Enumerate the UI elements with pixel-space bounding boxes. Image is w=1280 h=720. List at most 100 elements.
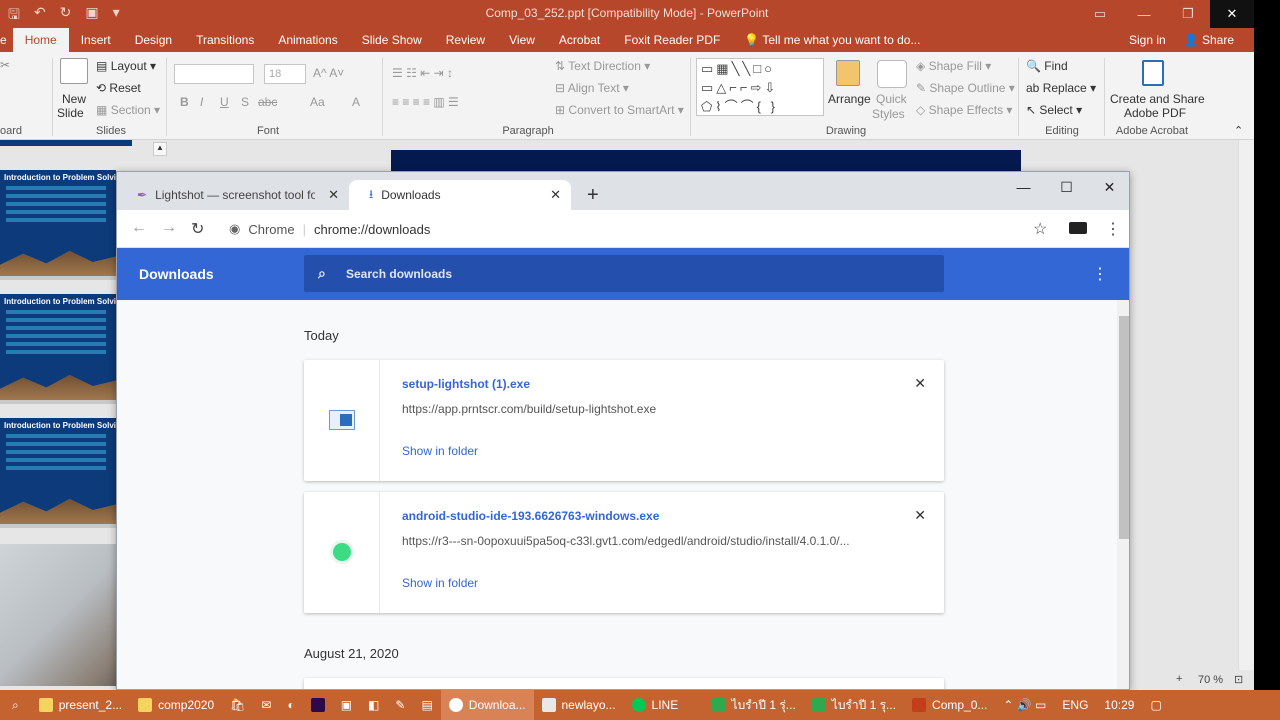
maximize-button[interactable]: ☐ bbox=[1045, 172, 1088, 202]
quick-styles-label-1[interactable]: Quick bbox=[876, 92, 907, 106]
tab-downloads[interactable]: ⭳ Downloads ✕ bbox=[349, 180, 571, 210]
pencil-taskbar-icon[interactable]: ✎ bbox=[387, 690, 413, 720]
maximize-button[interactable]: ❐ bbox=[1166, 0, 1210, 28]
quick-styles-icon[interactable] bbox=[877, 60, 907, 88]
arrange-icon[interactable] bbox=[836, 60, 860, 86]
shadow-icon[interactable]: S bbox=[241, 95, 249, 109]
download-file-name[interactable]: android-studio-ide-193.6626763-windows.e… bbox=[402, 509, 659, 523]
show-in-folder-link[interactable]: Show in folder bbox=[402, 576, 478, 590]
bullets-icon[interactable]: ☰ ☷ ⇤ ⇥ ↕ bbox=[392, 66, 453, 80]
sign-in-link[interactable]: Sign in bbox=[1129, 33, 1166, 47]
files-taskbar-icon[interactable]: ▤ bbox=[413, 690, 440, 720]
taskbar-item[interactable]: LINE bbox=[624, 690, 704, 720]
minimize-button[interactable]: — bbox=[1002, 172, 1045, 202]
find-button[interactable]: 🔍 Find bbox=[1026, 59, 1068, 73]
bookmark-star-icon[interactable]: ☆ bbox=[1033, 219, 1047, 239]
reload-icon[interactable]: ↻ bbox=[191, 219, 204, 239]
reset-button[interactable]: ⟲ Reset bbox=[96, 81, 141, 95]
slide-thumbnail[interactable]: Introduction to Problem Solvi bbox=[0, 418, 116, 528]
vertical-scrollbar[interactable] bbox=[1238, 140, 1254, 670]
chrome-menu-icon[interactable]: ⋮ bbox=[1105, 219, 1121, 239]
slide-thumbnail-partial[interactable] bbox=[0, 140, 132, 146]
taskbar-item[interactable]: comp2020 bbox=[130, 690, 222, 720]
show-in-folder-link[interactable]: Show in folder bbox=[402, 444, 478, 458]
quick-styles-label-2[interactable]: Styles bbox=[872, 107, 905, 121]
new-slide-label-2[interactable]: Slide bbox=[57, 106, 84, 120]
arrange-label[interactable]: Arrange bbox=[828, 92, 871, 106]
tab-home[interactable]: Home bbox=[12, 28, 69, 52]
remove-item-icon[interactable]: ✕ bbox=[914, 375, 926, 392]
scrollbar-thumb[interactable] bbox=[1119, 316, 1129, 539]
scroll-up-icon[interactable]: ▲ bbox=[153, 142, 167, 156]
tab-view[interactable]: View bbox=[497, 28, 547, 52]
store-taskbar-icon[interactable]: 🛍 bbox=[222, 690, 253, 720]
shape-effects-button[interactable]: ◇ Shape Effects ▾ bbox=[916, 103, 1012, 117]
italic-icon[interactable]: I bbox=[200, 95, 203, 109]
camera-taskbar-icon[interactable]: ▣ bbox=[333, 690, 360, 720]
clock[interactable]: 10:29 bbox=[1096, 690, 1142, 720]
font-size-input[interactable]: 18 bbox=[264, 64, 306, 84]
shape-outline-button[interactable]: ✎ Shape Outline ▾ bbox=[916, 81, 1015, 95]
tab-slide-show[interactable]: Slide Show bbox=[350, 28, 434, 52]
tab-lightshot[interactable]: ✒ Lightshot — screenshot tool for M ✕ bbox=[117, 180, 349, 210]
new-slide-label-1[interactable]: New bbox=[62, 92, 86, 106]
slide-thumbnail[interactable]: Introduction to Problem Solvi bbox=[0, 294, 116, 404]
text-direction-button[interactable]: ⇅ Text Direction ▾ bbox=[555, 59, 650, 73]
align-icons[interactable]: ≡ ≡ ≡ ≡ ▥ ☰ bbox=[392, 95, 459, 109]
tab-design[interactable]: Design bbox=[123, 28, 184, 52]
replace-button[interactable]: ab Replace ▾ bbox=[1026, 81, 1096, 95]
select-button[interactable]: ↖ Select ▾ bbox=[1026, 103, 1082, 117]
strikethrough-icon[interactable]: abc bbox=[258, 95, 277, 109]
downloads-menu-icon[interactable]: ⋮ bbox=[1092, 264, 1108, 284]
system-tray-icons[interactable]: ⌃ 🔊 ▭ bbox=[995, 690, 1054, 720]
close-button[interactable]: ✕ bbox=[1088, 172, 1129, 202]
close-button[interactable]: ✕ bbox=[1210, 0, 1254, 28]
create-pdf-icon[interactable] bbox=[1142, 60, 1164, 86]
app-taskbar-icon[interactable]: ◐ bbox=[279, 690, 302, 720]
download-file-name[interactable]: setup-lightshot (1).exe bbox=[402, 377, 530, 391]
fit-slide-icon[interactable]: ⊡ bbox=[1234, 673, 1243, 686]
extension-icon[interactable] bbox=[1069, 222, 1087, 234]
close-tab-icon[interactable]: ✕ bbox=[550, 187, 561, 203]
taskbar-item[interactable]: present_2... bbox=[31, 690, 130, 720]
zoom-level[interactable]: 70 % bbox=[1198, 674, 1223, 686]
underline-icon[interactable]: U bbox=[220, 95, 229, 109]
language-indicator[interactable]: ENG bbox=[1054, 690, 1096, 720]
tab-review[interactable]: Review bbox=[434, 28, 497, 52]
create-share-label-2[interactable]: Adobe PDF bbox=[1124, 106, 1186, 120]
collapse-ribbon-icon[interactable]: ⌃ bbox=[1234, 124, 1243, 137]
tab-transitions[interactable]: Transitions bbox=[184, 28, 266, 52]
taskbar-item[interactable]: newlayo... bbox=[534, 690, 624, 720]
premiere-taskbar-icon[interactable] bbox=[303, 690, 333, 720]
minimize-button[interactable]: — bbox=[1122, 0, 1166, 28]
tab-acrobat[interactable]: Acrobat bbox=[547, 28, 612, 52]
taskbar-item[interactable]: ไบรำปี 1 รุ่... bbox=[704, 690, 804, 720]
font-name-input[interactable] bbox=[174, 64, 254, 84]
bold-icon[interactable]: B bbox=[180, 95, 189, 109]
new-slide-icon[interactable] bbox=[60, 58, 88, 84]
taskbar-item[interactable]: Downloa... bbox=[440, 690, 534, 720]
align-text-button[interactable]: ⊟ Align Text ▾ bbox=[555, 81, 629, 95]
tab-insert[interactable]: Insert bbox=[69, 28, 123, 52]
tab-foxit[interactable]: Foxit Reader PDF bbox=[612, 28, 732, 52]
slide-thumbnail[interactable]: Introduction to Problem Solvi bbox=[0, 170, 116, 280]
app2-taskbar-icon[interactable]: ◧ bbox=[360, 690, 387, 720]
new-tab-button[interactable]: + bbox=[587, 184, 599, 207]
address-bar[interactable]: ◉ Chrome | chrome://downloads bbox=[217, 214, 1057, 244]
current-slide[interactable] bbox=[391, 150, 1021, 172]
tab-file-partial[interactable]: e bbox=[0, 28, 13, 52]
section-button[interactable]: ▦ Section ▾ bbox=[96, 103, 160, 117]
tell-me-box[interactable]: 💡 Tell me what you want to do... bbox=[732, 28, 932, 52]
shapes-gallery[interactable]: ▭▦╲╲□○ ▭△⌐⌐⇨⇩ ⬠⌇⌒⌒{ } bbox=[696, 58, 824, 116]
share-button[interactable]: 👤 Share bbox=[1184, 33, 1234, 47]
layout-button[interactable]: ▤ Layout ▾ bbox=[96, 59, 156, 73]
change-case-icon[interactable]: Aa bbox=[310, 95, 325, 109]
mail-taskbar-icon[interactable]: ✉ bbox=[253, 690, 279, 720]
close-tab-icon[interactable]: ✕ bbox=[328, 187, 339, 203]
taskbar-item[interactable]: ไบรำปี 1 รุ... bbox=[804, 690, 904, 720]
download-url[interactable]: https://app.prntscr.com/build/setup-ligh… bbox=[402, 402, 922, 416]
cut-icon[interactable]: ✂ bbox=[0, 58, 10, 72]
ribbon-display-icon[interactable]: ▭ bbox=[1078, 0, 1122, 28]
shape-fill-button[interactable]: ◈ Shape Fill ▾ bbox=[916, 59, 991, 73]
taskbar-item[interactable]: Comp_0... bbox=[904, 690, 995, 720]
